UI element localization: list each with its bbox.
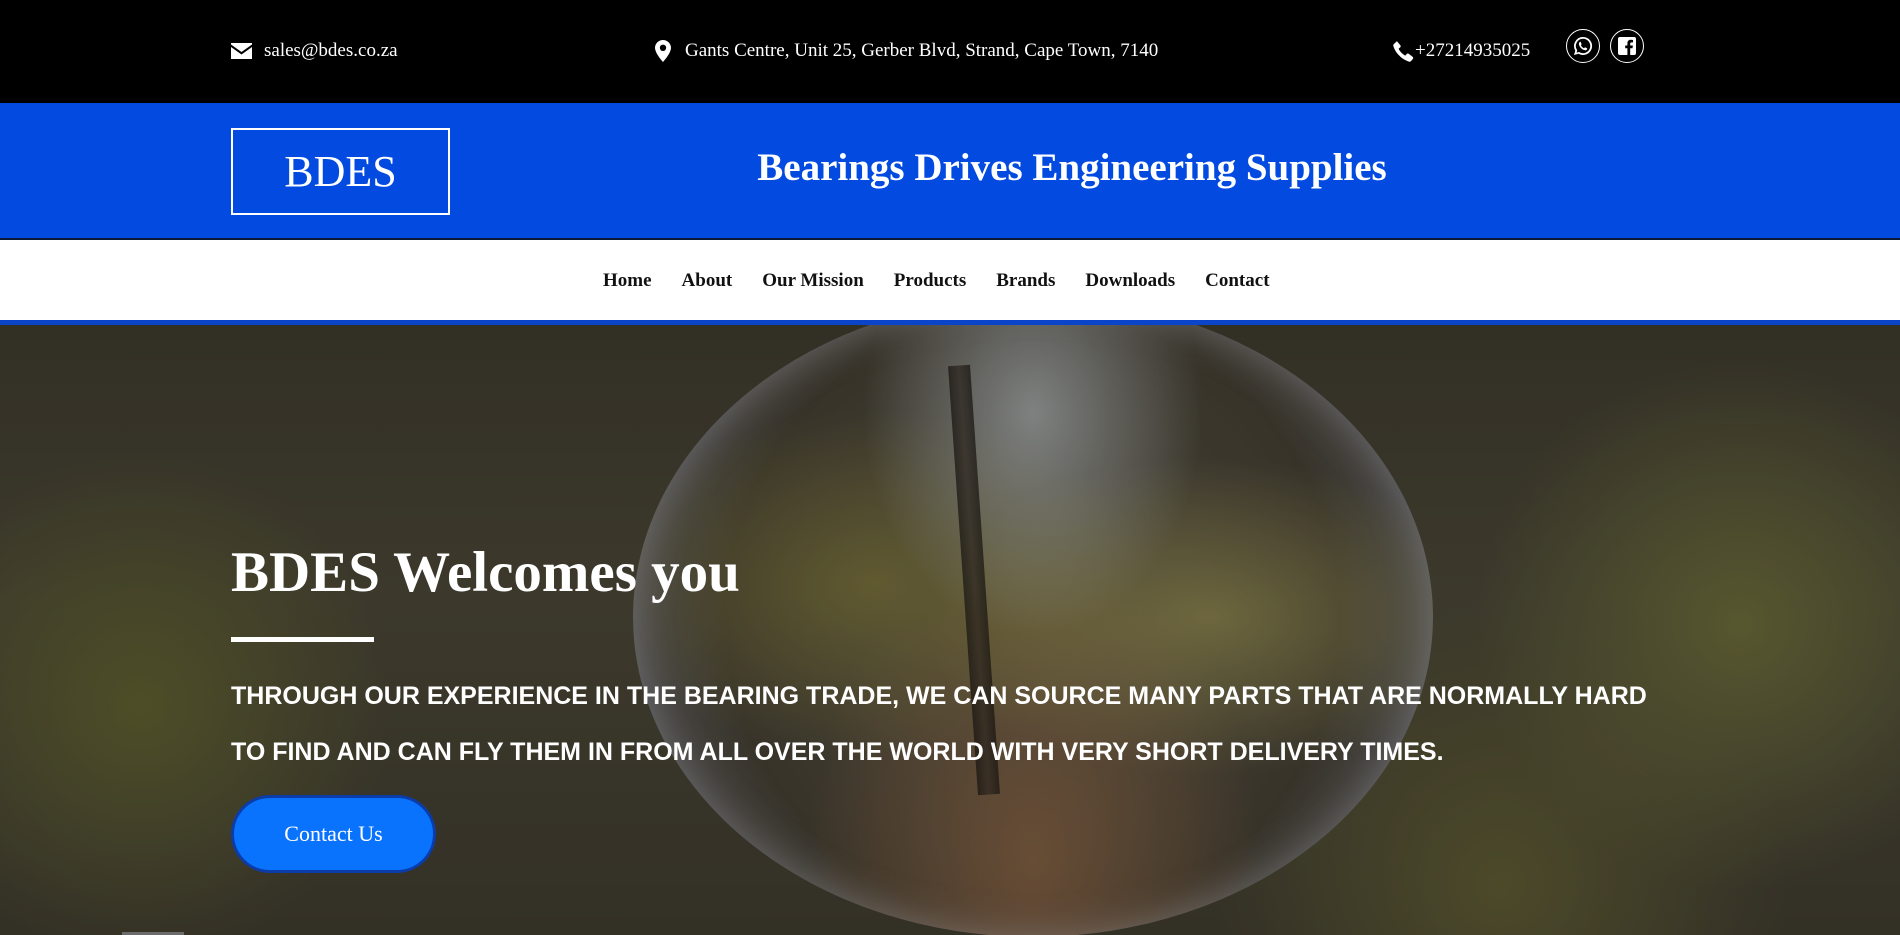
nav-item-about[interactable]: About <box>682 270 733 292</box>
contact-us-button[interactable]: Contact Us <box>231 795 436 873</box>
whatsapp-icon <box>1574 36 1593 55</box>
phone-icon <box>1393 40 1414 62</box>
facebook-icon <box>1618 37 1636 55</box>
nav-item-downloads[interactable]: Downloads <box>1085 270 1175 292</box>
nav-item-home[interactable]: Home <box>603 270 652 292</box>
brand-header: BDES Bearings Drives Engineering Supplie… <box>0 103 1900 240</box>
top-contact-bar: sales@bdes.co.za Gants Centre, Unit 25, … <box>0 0 1900 103</box>
hero-section: BDES Welcomes you THROUGH OUR EXPERIENCE… <box>0 325 1900 935</box>
hero-divider <box>231 637 374 642</box>
phone-link[interactable]: +27214935025 <box>1393 38 1530 64</box>
email-text: sales@bdes.co.za <box>264 40 398 61</box>
nav-item-contact[interactable]: Contact <box>1205 270 1269 292</box>
address-text: Gants Centre, Unit 25, Gerber Blvd, Stra… <box>685 40 1159 61</box>
whatsapp-button[interactable] <box>1566 29 1600 63</box>
email-link[interactable]: sales@bdes.co.za <box>231 38 398 64</box>
nav-list: Home About Our Mission Products Brands D… <box>603 270 1270 292</box>
phone-text: +27214935025 <box>1415 40 1531 61</box>
site-title: Bearings Drives Engineering Supplies <box>757 146 1387 189</box>
nav-item-brands[interactable]: Brands <box>996 270 1055 292</box>
facebook-button[interactable] <box>1610 29 1644 63</box>
map-pin-icon <box>655 40 671 62</box>
envelope-icon <box>231 43 252 59</box>
hero-description: THROUGH OUR EXPERIENCE IN THE BEARING TR… <box>231 682 1647 766</box>
main-navigation: Home About Our Mission Products Brands D… <box>0 240 1900 325</box>
nav-item-products[interactable]: Products <box>894 270 966 292</box>
address: Gants Centre, Unit 25, Gerber Blvd, Stra… <box>655 38 1158 64</box>
nav-item-our-mission[interactable]: Our Mission <box>762 270 864 292</box>
hero-title: BDES Welcomes you <box>231 541 740 604</box>
